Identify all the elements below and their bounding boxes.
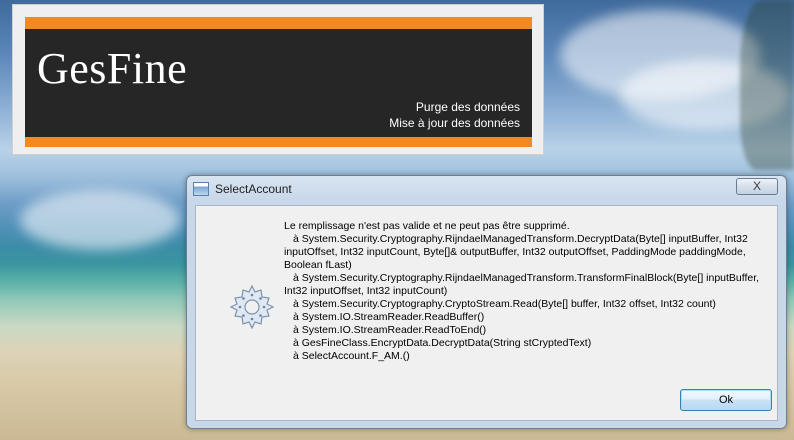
close-icon: X — [752, 179, 761, 193]
menu-link-purge[interactable]: Purge des données — [389, 99, 520, 115]
message-line: Boolean fLast) — [284, 259, 352, 271]
gear-icon — [229, 284, 275, 330]
message-line: Le remplissage n'est pas valide et ne pe… — [284, 220, 570, 232]
message-line: inputOffset, Int32 inputCount, Byte[]& o… — [284, 246, 746, 258]
background-cloud — [20, 190, 180, 250]
message-line: à GesFineClass.EncryptData.DecryptData(S… — [293, 337, 592, 349]
close-button[interactable]: X — [736, 178, 778, 195]
ok-button[interactable]: Ok — [680, 389, 772, 411]
error-message: Le remplissage n'est pas valide et ne pe… — [284, 220, 774, 363]
message-line: à SelectAccount.F_AM.() — [293, 350, 410, 362]
error-dialog: SelectAccount X Le remplissage n'est pas… — [186, 175, 787, 429]
message-line: à System.IO.StreamReader.ReadBuffer() — [293, 311, 485, 323]
menu-link-update[interactable]: Mise à jour des données — [389, 115, 520, 131]
dialog-title: SelectAccount — [215, 182, 292, 196]
window-icon — [193, 182, 209, 196]
message-line: à System.Security.Cryptography.RijndaelM… — [293, 272, 760, 284]
message-line: Int32 inputOffset, Int32 inputCount) — [284, 285, 448, 297]
dialog-titlebar[interactable]: SelectAccount X — [187, 176, 786, 202]
message-line: à System.Security.Cryptography.CryptoStr… — [293, 298, 716, 310]
banner-panel: GesFine Purge des données Mise à jour de… — [25, 17, 532, 147]
message-line: à System.IO.StreamReader.ReadToEnd() — [293, 324, 487, 336]
banner-menu: Purge des données Mise à jour des donnée… — [389, 99, 520, 131]
background-palm — [740, 0, 794, 170]
app-logo: GesFine — [37, 44, 188, 93]
message-line: à System.Security.Cryptography.RijndaelM… — [293, 233, 748, 245]
dialog-body: Le remplissage n'est pas valide et ne pe… — [195, 205, 778, 421]
gesfine-banner: GesFine Purge des données Mise à jour de… — [12, 4, 544, 155]
